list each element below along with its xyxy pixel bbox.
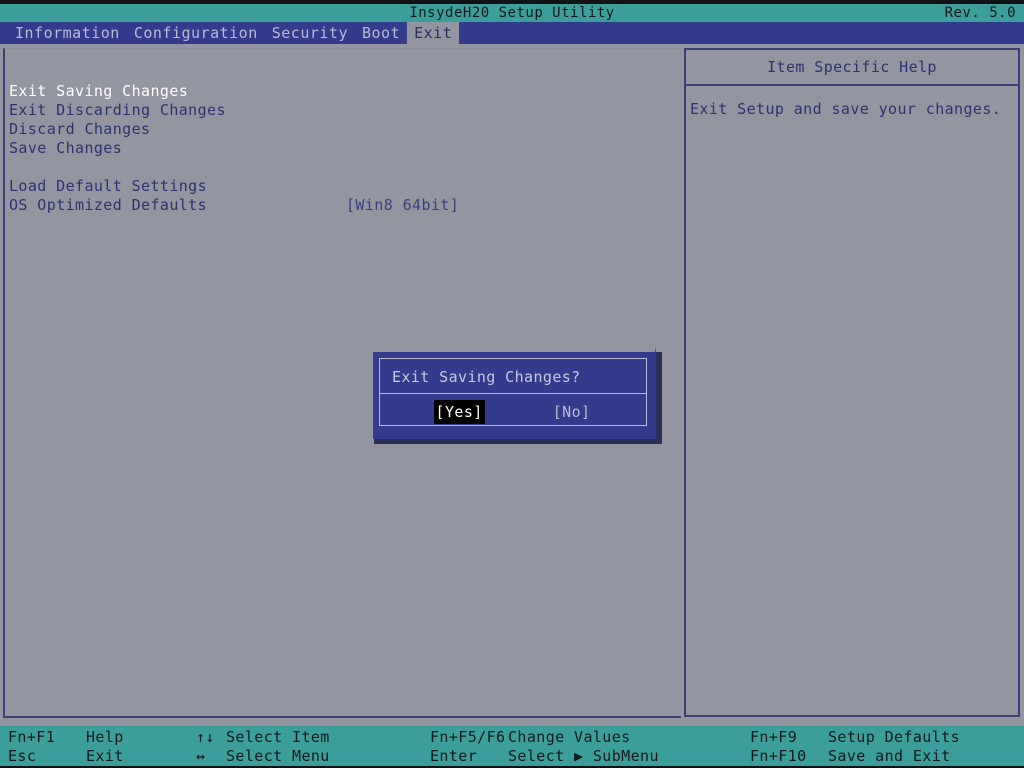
option-row[interactable]: Discard Changes [9,120,669,139]
function-key-label: Fn+F5/F6 [430,728,506,746]
menu-bar[interactable]: Information Configuration Security Boot Exit [0,22,1024,44]
menu-tab-exit[interactable]: Exit [407,22,460,44]
function-key-entry: Fn+F5/F6 Change Values [430,728,659,747]
menu-tab-configuration[interactable]: Configuration [127,22,265,44]
function-key-action: Select ▶ SubMenu [508,747,659,765]
dialog-separator [380,393,646,394]
function-key-label: ↑↓ [196,728,215,746]
option-value[interactable]: [Win8 64bit] [346,196,459,215]
function-key-column: Fn+F9 Setup Defaults Fn+F10 Save and Exit [750,728,960,766]
function-key-action: Select Menu [226,747,330,765]
app-title: InsydeH20 Setup Utility [409,5,615,21]
function-key-action: Save and Exit [828,747,951,765]
function-key-entry: Fn+F9 Setup Defaults [750,728,960,747]
function-key-entry: ↔ Select Menu [196,747,330,766]
title-bar: InsydeH20 Setup Utility Rev. 5.0 [0,4,1024,22]
option-label: Save Changes [9,139,123,157]
function-key-action: Select Item [226,728,330,746]
dialog-inner-frame: Exit Saving Changes? [Yes] [No] [379,358,647,426]
function-key-entry: Fn+F1 Help [8,728,124,747]
option-label: Load Default Settings [9,177,208,195]
function-key-action: Change Values [508,728,631,746]
function-key-entry: Esc Exit [8,747,124,766]
function-key-column: Fn+F5/F6 Change Values Enter Select ▶ SubMe… [430,728,659,766]
main-panel-bottom-border [3,716,681,718]
help-panel-title: Item Specific Help [686,50,1018,86]
exit-options-list: Exit Saving Changes Exit Discarding Chang… [9,82,669,215]
option-spacer [9,158,669,177]
function-key-bar: Fn+F1 Help Esc Exit ↑↓ Select Item ↔ Select Men… [0,726,1024,766]
function-key-entry: Fn+F10 Save and Exit [750,747,960,766]
option-row[interactable]: Exit Discarding Changes [9,101,669,120]
function-key-label: Esc [8,747,37,765]
function-key-label: Fn+F9 [750,728,798,746]
item-specific-help-panel: Item Specific Help Exit Setup and save y… [684,48,1020,717]
option-row[interactable]: OS Optimized Defaults [Win8 64bit] [9,196,669,215]
option-label: Exit Saving Changes [9,82,189,100]
option-label: OS Optimized Defaults [9,196,208,214]
function-key-column: ↑↓ Select Item ↔ Select Menu [196,728,330,766]
option-row[interactable]: Save Changes [9,139,669,158]
exit-confirmation-dialog: Exit Saving Changes? [Yes] [No] [368,347,656,439]
revision-label: Rev. 5.0 [944,5,1016,21]
option-label: Exit Discarding Changes [9,101,226,119]
function-key-action: Help [86,728,124,746]
function-key-action: Exit [86,747,124,765]
dialog-button-row[interactable]: [Yes] [No] [380,400,646,424]
menu-tab-information[interactable]: Information [8,22,127,44]
dialog-button-yes[interactable]: [Yes] [433,400,485,424]
function-key-action: Setup Defaults [828,728,961,746]
function-key-label: ↔ [196,747,206,765]
function-key-entry: Enter Select ▶ SubMenu [430,747,659,766]
option-label: Discard Changes [9,120,151,138]
function-key-label: Fn+F10 [750,747,807,765]
function-key-label: Fn+F1 [8,728,56,746]
dialog-message: Exit Saving Changes? [392,368,581,386]
option-row[interactable]: Load Default Settings [9,177,669,196]
function-key-entry: ↑↓ Select Item [196,728,330,747]
option-row[interactable]: Exit Saving Changes [9,82,669,101]
function-key-column: Fn+F1 Help Esc Exit [8,728,124,766]
bios-setup-screen: InsydeH20 Setup Utility Rev. 5.0 Informa… [0,0,1024,768]
dialog-button-no[interactable]: [No] [551,400,593,424]
menu-tab-security[interactable]: Security [265,22,355,44]
help-panel-body: Exit Setup and save your changes. [690,100,1002,118]
menu-tab-boot[interactable]: Boot [355,22,407,44]
function-key-label: Enter [430,747,478,765]
